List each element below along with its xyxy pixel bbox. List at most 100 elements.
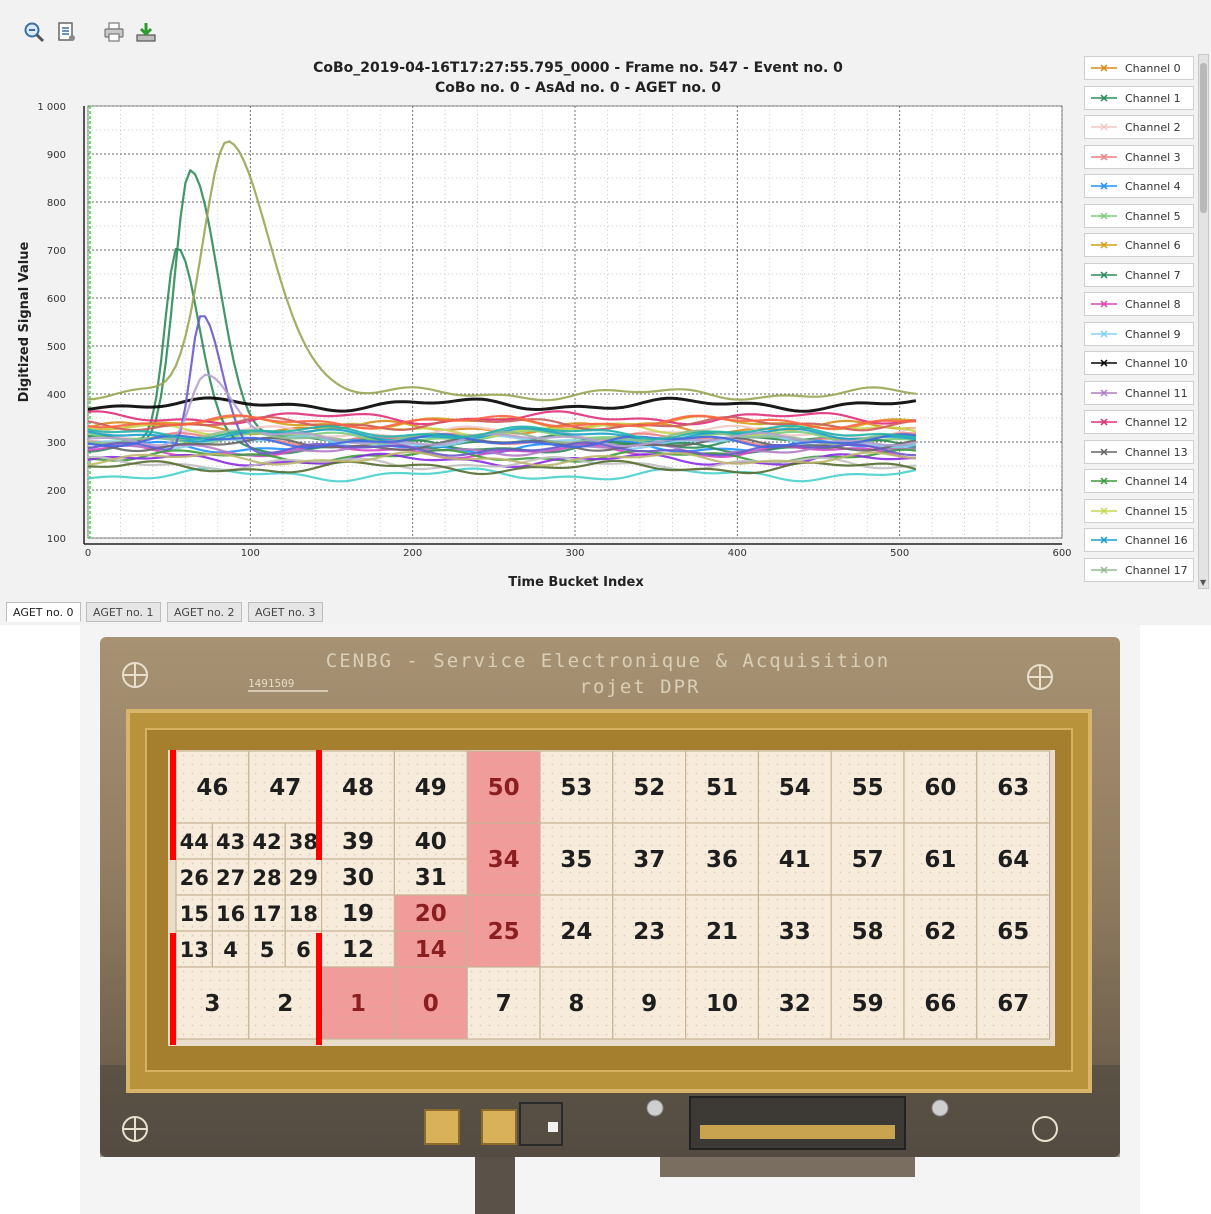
scroll-down-icon[interactable]: ▼	[1200, 579, 1206, 587]
y-tick-label: 600	[47, 294, 66, 305]
pad-label: 23	[633, 919, 665, 945]
y-tick-label: 900	[47, 150, 66, 161]
legend-item[interactable]: Channel 9	[1084, 321, 1194, 346]
pad-label: 2	[277, 991, 293, 1017]
pad-label: 41	[779, 847, 811, 873]
legend-label: Channel 6	[1125, 239, 1181, 252]
pad-label: 48	[342, 775, 374, 801]
pad-label: 34	[488, 847, 520, 873]
y-tick-label: 300	[47, 438, 66, 449]
zoom-out-icon[interactable]	[22, 20, 46, 44]
y-axis-label: Digitized Signal Value	[17, 241, 32, 402]
pad-label: 12	[342, 937, 374, 963]
pad-label: 62	[924, 919, 956, 945]
legend-item[interactable]: Channel 2	[1084, 115, 1194, 139]
mount-hole-icon	[122, 1116, 148, 1142]
pad-label: 0	[423, 991, 439, 1017]
pad-label: 49	[415, 775, 447, 801]
legend-scroll-thumb[interactable]	[1200, 63, 1207, 213]
save-icon[interactable]	[134, 20, 158, 44]
pad-label: 20	[415, 901, 447, 927]
mount-hole-icon	[122, 662, 148, 688]
pad-label: 26	[180, 866, 209, 890]
legend-swatch	[1091, 536, 1117, 544]
tab-aget-2[interactable]: AGET no. 2	[167, 602, 242, 622]
x-tick-label: 400	[728, 548, 747, 559]
y-tick-label: 500	[47, 342, 66, 353]
legend-label: Channel 10	[1125, 357, 1188, 370]
pad-label: 43	[216, 830, 245, 854]
properties-icon[interactable]	[54, 20, 78, 44]
legend-label: Channel 14	[1125, 475, 1188, 488]
legend-item[interactable]: Channel 16	[1084, 528, 1194, 552]
legend-scrollbar[interactable]: ▼	[1198, 54, 1209, 589]
tab-aget-1[interactable]: AGET no. 1	[86, 602, 161, 622]
pad-label: 21	[706, 919, 738, 945]
pad-grid: 46 47 48 49 50 53 52 51 54 55 60 6344 43 42 38 39 4034 35…	[175, 750, 1051, 1040]
pad-label: 61	[924, 847, 956, 873]
print-icon[interactable]	[102, 20, 126, 44]
connector	[689, 1096, 906, 1150]
legend-item[interactable]: Channel 5	[1084, 203, 1194, 228]
legend-swatch	[1091, 506, 1117, 515]
tab-aget-3[interactable]: AGET no. 3	[248, 602, 323, 622]
pad-label: 15	[180, 902, 209, 926]
legend-swatch	[1091, 182, 1117, 190]
pad-label: 42	[252, 830, 281, 854]
legend-swatch	[1091, 359, 1117, 367]
legend-swatch	[1091, 93, 1117, 102]
pad-label: 57	[852, 847, 884, 873]
legend-swatch	[1091, 329, 1117, 338]
legend-item[interactable]: Channel 0	[1084, 56, 1194, 80]
legend-item[interactable]: Channel 7	[1084, 262, 1194, 287]
y-tick-label: 800	[47, 198, 66, 209]
pad-label: 3	[204, 991, 220, 1017]
pad-label: 35	[560, 847, 592, 873]
legend-item[interactable]: Channel 13	[1084, 439, 1194, 464]
pad-label: 38	[289, 830, 318, 854]
chart-subtitle: CoBo no. 0 - AsAd no. 0 - AGET no. 0	[435, 80, 721, 96]
legend-swatch	[1091, 211, 1117, 220]
legend-item[interactable]: Channel 6	[1084, 233, 1194, 257]
chart-title: CoBo_2019-04-16T17:27:55.795_0000 - Fram…	[313, 60, 843, 76]
legend-item[interactable]: Channel 17	[1084, 557, 1194, 582]
pad-label: 58	[852, 919, 884, 945]
legend-item[interactable]: Channel 12	[1084, 410, 1194, 434]
x-tick-label: 200	[403, 548, 422, 559]
pad-label: 10	[706, 991, 738, 1017]
legend-item[interactable]: Channel 1	[1084, 85, 1194, 110]
pad-label: 52	[633, 775, 665, 801]
pad-label: 7	[496, 991, 512, 1017]
y-tick-label: 200	[47, 486, 66, 497]
pad-label: 27	[216, 866, 245, 890]
legend-swatch	[1091, 388, 1117, 397]
legend-label: Channel 17	[1125, 563, 1188, 577]
legend-item[interactable]: Channel 3	[1084, 144, 1194, 169]
legend-swatch	[1091, 270, 1117, 279]
legend-item[interactable]: Channel 14	[1084, 469, 1194, 493]
legend-label: Channel 5	[1125, 209, 1181, 223]
legend-swatch	[1091, 565, 1117, 574]
pad-label: 5	[260, 938, 275, 962]
pad-label: 25	[488, 919, 520, 945]
legend-item[interactable]: Channel 15	[1084, 498, 1194, 523]
pad-label: 24	[560, 919, 592, 945]
legend-item[interactable]: Channel 8	[1084, 292, 1194, 316]
pad-label: 55	[852, 775, 884, 801]
signal-plot: 0 100 200 300 400 500 600 100 200 300 400 500 600 700…	[17, 60, 1072, 590]
legend-item[interactable]: Channel 10	[1084, 351, 1194, 375]
pad-label: 8	[568, 991, 584, 1017]
legend-label: Channel 7	[1125, 268, 1181, 282]
pad-label: 47	[269, 775, 301, 801]
pad-label: 51	[706, 775, 738, 801]
legend-item[interactable]: Channel 4	[1084, 174, 1194, 198]
legend-label: Channel 12	[1125, 416, 1188, 429]
pad-label: 13	[180, 938, 209, 962]
x-tick-label: 0	[85, 548, 91, 559]
tab-aget-0[interactable]: AGET no. 0	[6, 602, 81, 622]
x-tick-label: 600	[1052, 548, 1071, 559]
legend-swatch	[1091, 418, 1117, 426]
pad-label: 28	[252, 866, 281, 890]
legend-item[interactable]: Channel 11	[1084, 380, 1194, 405]
legend-swatch	[1091, 300, 1117, 308]
